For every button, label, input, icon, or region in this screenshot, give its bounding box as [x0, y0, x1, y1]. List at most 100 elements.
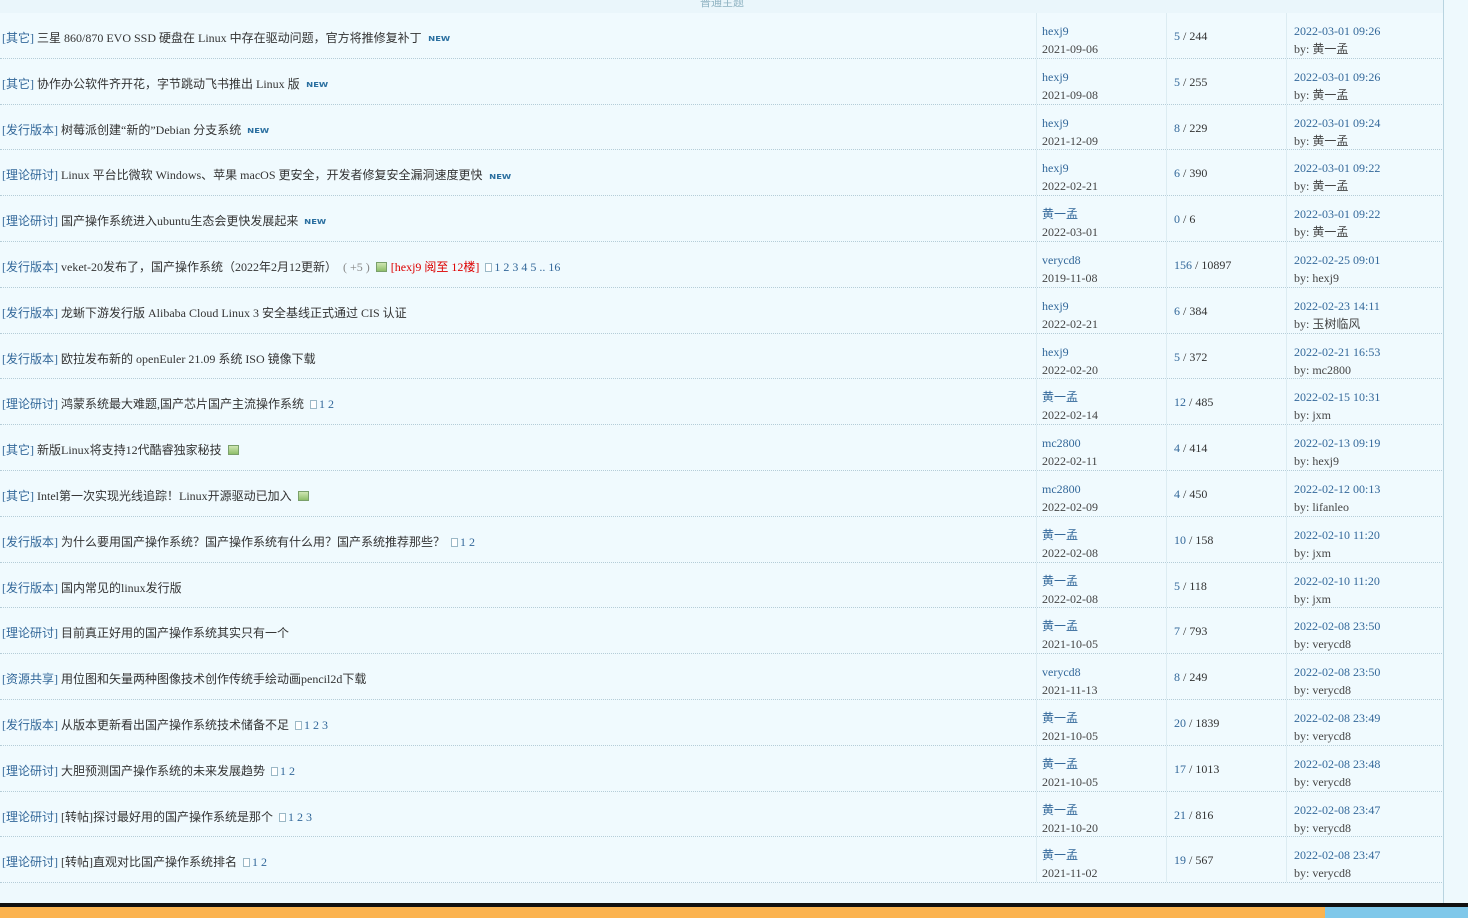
- page-link[interactable]: 4: [521, 260, 527, 274]
- thread-category-link[interactable]: [其它]: [2, 77, 34, 91]
- author-link[interactable]: 黄一孟: [1042, 711, 1078, 725]
- last-post-link[interactable]: 2022-02-10 11:20: [1294, 528, 1380, 542]
- page-link[interactable]: 2: [313, 718, 319, 732]
- page-link[interactable]: 2: [261, 855, 267, 869]
- thread-title-link[interactable]: veket-20发布了，国产操作系统（2022年2月12更新）: [61, 260, 337, 274]
- last-post-link[interactable]: 2022-02-15 10:31: [1294, 390, 1380, 404]
- thread-title-link[interactable]: 用位图和矢量两种图像技术创作传统手绘动画pencil2d下载: [61, 672, 366, 686]
- page-link[interactable]: 3: [306, 810, 312, 824]
- thread-title-link[interactable]: 国内常见的linux发行版: [61, 581, 182, 595]
- thread-category-link[interactable]: [发行版本]: [2, 352, 58, 366]
- thread-title-link[interactable]: 目前真正好用的国产操作系统其实只有一个: [61, 626, 289, 640]
- last-post-link[interactable]: 2022-02-21 16:53: [1294, 345, 1380, 359]
- thread-category-link[interactable]: [发行版本]: [2, 260, 58, 274]
- author-link[interactable]: hexj9: [1042, 70, 1069, 84]
- last-post-link[interactable]: 2022-03-01 09:24: [1294, 116, 1380, 130]
- last-post-link[interactable]: 2022-02-08 23:47: [1294, 803, 1380, 817]
- last-post-link[interactable]: 2022-02-13 09:19: [1294, 436, 1380, 450]
- last-post-link[interactable]: 2022-02-08 23:49: [1294, 711, 1380, 725]
- author-link[interactable]: 黄一孟: [1042, 803, 1078, 817]
- thread-title-link[interactable]: [转帖]直观对比国产操作系统排名: [61, 855, 237, 869]
- author-link[interactable]: hexj9: [1042, 161, 1069, 175]
- read-position-link[interactable]: [hexj9 阅至 12楼]: [391, 260, 480, 274]
- last-post-link[interactable]: 2022-03-01 09:26: [1294, 70, 1380, 84]
- page-link[interactable]: 1: [319, 397, 325, 411]
- page-link[interactable]: 5: [530, 260, 536, 274]
- last-post-link[interactable]: 2022-02-08 23:47: [1294, 848, 1380, 862]
- page-link[interactable]: 1: [280, 764, 286, 778]
- author-link[interactable]: 黄一孟: [1042, 574, 1078, 588]
- thread-title-link[interactable]: [转帖]探讨最好用的国产操作系统是那个: [61, 810, 273, 824]
- page-link[interactable]: 1: [304, 718, 310, 732]
- author-link[interactable]: verycd8: [1042, 253, 1081, 267]
- thread-category-link[interactable]: [发行版本]: [2, 535, 58, 549]
- thread-category-link[interactable]: [理论研讨]: [2, 168, 58, 182]
- thread-category-link[interactable]: [其它]: [2, 489, 34, 503]
- thread-category-link[interactable]: [发行版本]: [2, 123, 58, 137]
- thread-category-link[interactable]: [其它]: [2, 443, 34, 457]
- last-post-link[interactable]: 2022-02-08 23:48: [1294, 757, 1380, 771]
- reply-view-count: 17 / 1013: [1174, 761, 1220, 776]
- thread-title-link[interactable]: 龙蜥下游发行版 Alibaba Cloud Linux 3 安全基线正式通过 C…: [61, 306, 407, 320]
- thread-category-link[interactable]: [发行版本]: [2, 581, 58, 595]
- author-link[interactable]: 黄一孟: [1042, 848, 1078, 862]
- thread-title-link[interactable]: 树莓派创建“新的”Debian 分支系统: [61, 123, 241, 137]
- page-link[interactable]: 3: [322, 718, 328, 732]
- thread-category-link[interactable]: [理论研讨]: [2, 810, 58, 824]
- thread-category-link[interactable]: [理论研讨]: [2, 626, 58, 640]
- last-post-link[interactable]: 2022-02-08 23:50: [1294, 665, 1380, 679]
- page-link[interactable]: .. 16: [539, 260, 560, 274]
- last-post-link[interactable]: 2022-02-12 00:13: [1294, 482, 1380, 496]
- last-post-link[interactable]: 2022-02-23 14:11: [1294, 299, 1380, 313]
- author-link[interactable]: mc2800: [1042, 436, 1081, 450]
- last-post-link[interactable]: 2022-03-01 09:26: [1294, 24, 1380, 38]
- page-link[interactable]: 3: [512, 260, 518, 274]
- last-post-link[interactable]: 2022-03-01 09:22: [1294, 161, 1380, 175]
- thread-title-link[interactable]: 鸿蒙系统最大难题,国产芯片国产主流操作系统: [61, 397, 304, 411]
- author-link[interactable]: hexj9: [1042, 24, 1069, 38]
- thread-title-link[interactable]: 大胆预测国产操作系统的未来发展趋势: [61, 764, 265, 778]
- page-link[interactable]: 1: [494, 260, 500, 274]
- author-link[interactable]: hexj9: [1042, 299, 1069, 313]
- thread-category-link[interactable]: [其它]: [2, 31, 34, 45]
- last-post-link[interactable]: 2022-02-10 11:20: [1294, 574, 1380, 588]
- page-link[interactable]: 2: [328, 397, 334, 411]
- thread-category-link[interactable]: [理论研讨]: [2, 397, 58, 411]
- last-post-link[interactable]: 2022-02-08 23:50: [1294, 619, 1380, 633]
- author-link[interactable]: hexj9: [1042, 345, 1069, 359]
- last-post-link[interactable]: 2022-03-01 09:22: [1294, 207, 1380, 221]
- page-link[interactable]: 2: [297, 810, 303, 824]
- thread-title-link[interactable]: 国产操作系统进入ubuntu生态会更快发展起来: [61, 214, 298, 228]
- page-link[interactable]: 2: [503, 260, 509, 274]
- page-link[interactable]: 1: [252, 855, 258, 869]
- author-link[interactable]: 黄一孟: [1042, 619, 1078, 633]
- reply-count: 21: [1174, 807, 1186, 822]
- thread-category-link[interactable]: [发行版本]: [2, 718, 58, 732]
- thread-title-link[interactable]: 从版本更新看出国产操作系统技术储备不足: [61, 718, 289, 732]
- author-link[interactable]: 黄一孟: [1042, 390, 1078, 404]
- thread-category-link[interactable]: [资源共享]: [2, 672, 58, 686]
- author-link[interactable]: 黄一孟: [1042, 207, 1078, 221]
- author-link[interactable]: mc2800: [1042, 482, 1081, 496]
- thread-title-link[interactable]: Linux 平台比微软 Windows、苹果 macOS 更安全，开发者修复安全…: [61, 168, 483, 182]
- thread-category-link[interactable]: [理论研讨]: [2, 214, 58, 228]
- author-link[interactable]: hexj9: [1042, 116, 1069, 130]
- page-link[interactable]: 1: [288, 810, 294, 824]
- thread-category-link[interactable]: [发行版本]: [2, 306, 58, 320]
- thread-title-link[interactable]: 为什么要用国产操作系统？国产操作系统有什么用？国产系统推荐那些？: [61, 535, 445, 549]
- thread-title-link[interactable]: 协作办公软件齐开花，字节跳动飞书推出 Linux 版: [37, 77, 300, 91]
- author-link[interactable]: 黄一孟: [1042, 528, 1078, 542]
- thread-title-link[interactable]: Intel第一次实现光线追踪！Linux开源驱动已加入: [37, 489, 292, 503]
- author-link[interactable]: 黄一孟: [1042, 757, 1078, 771]
- thread-title-link[interactable]: 新版Linux将支持12代酷睿独家秘技: [37, 443, 222, 457]
- author-link[interactable]: verycd8: [1042, 665, 1081, 679]
- thread-category-link[interactable]: [理论研讨]: [2, 855, 58, 869]
- table-row: [理论研讨] 鸿蒙系统最大难题,国产芯片国产主流操作系统 1 2 黄一孟 2022-02…: [0, 379, 1444, 426]
- page-link[interactable]: 1: [460, 535, 466, 549]
- page-link[interactable]: 2: [289, 764, 295, 778]
- last-post-link[interactable]: 2022-02-25 09:01: [1294, 253, 1380, 267]
- thread-title-link[interactable]: 三星 860/870 EVO SSD 硬盘在 Linux 中存在驱动问题，官方将…: [37, 31, 422, 45]
- thread-title-link[interactable]: 欧拉发布新的 openEuler 21.09 系统 ISO 镜像下载: [61, 352, 316, 366]
- page-link[interactable]: 2: [469, 535, 475, 549]
- thread-category-link[interactable]: [理论研讨]: [2, 764, 58, 778]
